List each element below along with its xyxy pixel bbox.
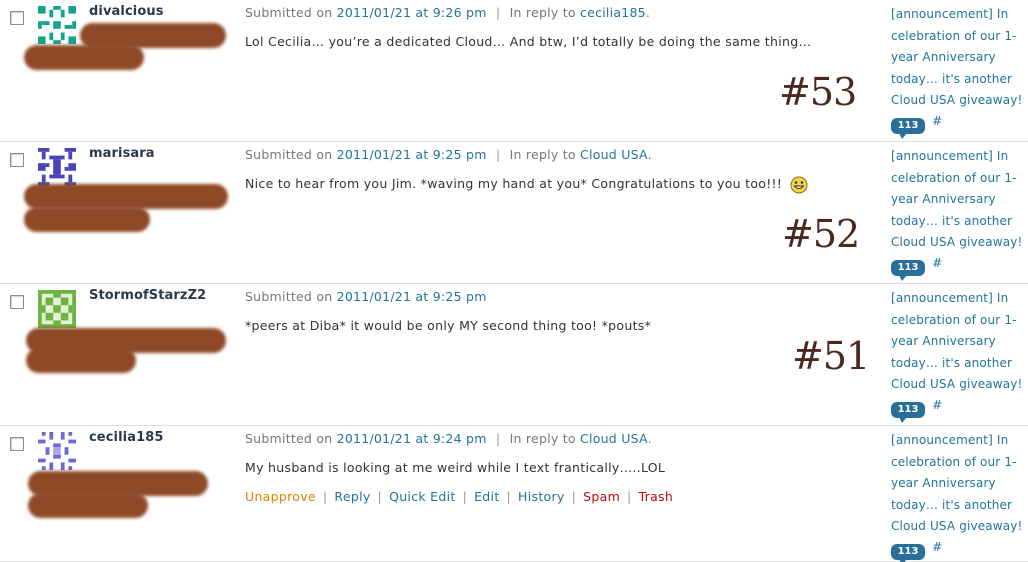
post-permalink[interactable]: #	[932, 113, 942, 129]
submitted-label: Submitted on	[245, 147, 333, 162]
comment-text: *peers at Diba* it would be only MY seco…	[245, 318, 652, 333]
identicon-avatar-icon	[38, 148, 76, 186]
quick-edit-link[interactable]: Quick Edit	[389, 489, 456, 504]
separator: |	[322, 489, 328, 504]
select-checkbox[interactable]	[10, 11, 24, 25]
comment-author[interactable]: cecilia185	[89, 430, 164, 445]
comment-count-bubble-icon[interactable]: 113	[891, 260, 925, 281]
comment-count: 113 #	[891, 397, 942, 423]
comment-author[interactable]: divalcious	[89, 4, 164, 19]
comment-date-link[interactable]: 2011/01/21 at 9:25 pm	[337, 289, 487, 304]
submitted-label: Submitted on	[245, 431, 333, 446]
reply-to-link[interactable]: Cloud USA	[580, 147, 648, 162]
comment-meta: Submitted on 2011/01/21 at 9:25 pm	[245, 289, 487, 304]
comment-author[interactable]: marisara	[89, 146, 155, 161]
post-permalink[interactable]: #	[932, 397, 942, 413]
comment-row: marisara Submitted on 2011/01/21 at 9:25…	[0, 142, 1028, 284]
comment-count: 113 #	[891, 113, 942, 139]
comment-count-bubble-icon[interactable]: 113	[891, 402, 925, 423]
separator: |	[495, 431, 501, 446]
comment-number-annotation: #53	[779, 70, 857, 114]
post-title-link[interactable]: [announcement] In celebration of our 1-y…	[891, 4, 1026, 112]
separator: |	[377, 489, 383, 504]
separator: |	[495, 5, 501, 20]
reply-link[interactable]: Reply	[334, 489, 370, 504]
select-checkbox[interactable]	[10, 437, 24, 451]
redacted-ip	[24, 207, 150, 232]
comment-meta: Submitted on 2011/01/21 at 9:25 pm | In …	[245, 147, 652, 162]
select-checkbox[interactable]	[10, 295, 24, 309]
post-title-link[interactable]: [announcement] In celebration of our 1-y…	[891, 288, 1026, 396]
spam-link[interactable]: Spam	[583, 489, 620, 504]
submitted-label: Submitted on	[245, 5, 333, 20]
identicon-avatar-icon	[38, 6, 76, 44]
separator: |	[495, 147, 501, 162]
row-actions: Unapprove | Reply | Quick Edit | Edit | History |…	[245, 489, 673, 504]
reply-suffix: .	[645, 5, 651, 20]
comment-count-bubble-icon[interactable]: 113	[891, 544, 925, 562]
separator: |	[462, 489, 468, 504]
comment-author[interactable]: StormofStarzZ2	[89, 288, 206, 303]
in-reply-label: In reply to	[509, 147, 576, 162]
reply-to-link[interactable]: Cloud USA	[580, 431, 648, 446]
comment-number-annotation: #51	[792, 334, 870, 378]
trash-link[interactable]: Trash	[639, 489, 674, 504]
post-title-link[interactable]: [announcement] In celebration of our 1-y…	[891, 146, 1026, 254]
comment-number-annotation: #52	[782, 212, 860, 256]
post-permalink[interactable]: #	[932, 255, 942, 271]
comment-date-link[interactable]: 2011/01/21 at 9:25 pm	[337, 147, 487, 162]
redacted-ip	[28, 493, 148, 518]
in-reply-label: In reply to	[509, 431, 576, 446]
comment-date-link[interactable]: 2011/01/21 at 9:24 pm	[337, 431, 487, 446]
comment-text-body: Nice to hear from you Jim. *waving my ha…	[245, 176, 783, 191]
redacted-ip	[26, 348, 136, 373]
post-permalink[interactable]: #	[932, 539, 942, 555]
comment-count: 113 #	[891, 539, 942, 562]
identicon-avatar-icon	[38, 432, 76, 470]
comment-text: Nice to hear from you Jim. *waving my ha…	[245, 176, 808, 194]
redacted-ip	[24, 45, 144, 70]
separator: |	[506, 489, 512, 504]
post-title-link[interactable]: [announcement] In celebration of our 1-y…	[891, 430, 1026, 538]
comment-row: divalcious Submitted on 2011/01/21 at 9:…	[0, 0, 1028, 142]
select-checkbox[interactable]	[10, 153, 24, 167]
separator: |	[571, 489, 577, 504]
identicon-avatar-icon	[38, 290, 76, 328]
reply-suffix: .	[647, 431, 652, 446]
comment-meta: Submitted on 2011/01/21 at 9:24 pm | In …	[245, 431, 652, 446]
comment-count: 113 #	[891, 255, 942, 281]
comment-text: Lol Cecilia… you’re a dedicated Cloud… A…	[245, 34, 812, 49]
comment-count-bubble-icon[interactable]: 113	[891, 118, 925, 139]
separator: |	[627, 489, 632, 504]
comment-meta: Submitted on 2011/01/21 at 9:26 pm | In …	[245, 5, 650, 20]
edit-link[interactable]: Edit	[474, 489, 499, 504]
comment-date-link[interactable]: 2011/01/21 at 9:26 pm	[337, 5, 487, 20]
smiley-face-icon	[790, 176, 808, 194]
comment-row: StormofStarzZ2 Submitted on 2011/01/21 a…	[0, 284, 1028, 426]
reply-suffix: .	[647, 147, 652, 162]
in-reply-label: In reply to	[509, 5, 576, 20]
unapprove-link[interactable]: Unapprove	[245, 489, 316, 504]
redacted-email	[24, 184, 228, 209]
history-link[interactable]: History	[518, 489, 565, 504]
reply-to-link[interactable]: cecilia185	[580, 5, 646, 20]
submitted-label: Submitted on	[245, 289, 333, 304]
comment-row: cecilia185 Submitted on 2011/01/21 at 9:…	[0, 426, 1028, 562]
comment-text: My husband is looking at me weird while …	[245, 460, 666, 475]
